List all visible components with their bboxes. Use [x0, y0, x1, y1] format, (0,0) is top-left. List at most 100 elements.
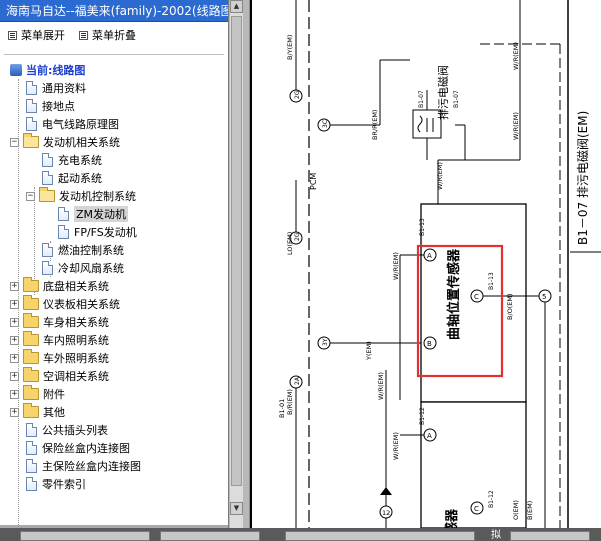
tree-root-label: 当前:线路图: [26, 64, 86, 77]
pin-2g-b-label: 2G: [294, 232, 301, 241]
list-icon: [79, 30, 88, 40]
folder-open-icon: [39, 187, 55, 202]
tree-item-label: 保险丝盒内连接图: [42, 442, 130, 455]
tree-folder-other[interactable]: + 其他: [10, 403, 65, 421]
window-title: 海南马自达--福美来(family)-2002(线路图): [0, 0, 228, 22]
section-title: B1－07 排污电磁阀(EM): [575, 111, 590, 245]
expand-toggle-icon[interactable]: +: [10, 353, 19, 363]
folder-open-icon: [23, 133, 39, 148]
tree-item-fpfs-engine[interactable]: FP/FS发动机: [58, 223, 137, 241]
collapse-toggle-icon[interactable]: −: [10, 137, 19, 147]
tree-item-label: 公共插头列表: [42, 424, 108, 437]
expand-toggle-icon[interactable]: +: [10, 299, 19, 309]
wire-wr-label: W/R(EM): [436, 162, 444, 190]
tree-item-label: 底盘相关系统: [43, 280, 109, 293]
tree-folder-aircon[interactable]: + 空调相关系统: [10, 367, 109, 385]
vertical-scrollbar[interactable]: ▲ ▼: [230, 0, 243, 528]
expand-toggle-icon[interactable]: +: [10, 281, 19, 291]
node-12-label: 12: [382, 509, 390, 517]
collapse-toggle-icon[interactable]: −: [26, 191, 35, 201]
tree-item-starting[interactable]: 起动系统: [42, 169, 102, 187]
conn-b112b-label: B1-12: [488, 490, 495, 508]
document-icon: [26, 117, 37, 131]
wire-bem-label: B(EM): [526, 501, 534, 520]
conn-b107-label: B1-07: [418, 90, 425, 108]
status-segment: [510, 531, 590, 541]
folder-icon: [23, 295, 39, 310]
wire-wr2-label: W/R(EM): [512, 42, 520, 70]
diagram-root-icon: [10, 64, 22, 76]
wire-wr5-label: W/R(EM): [377, 372, 385, 400]
tree-item-label: 其他: [43, 406, 65, 419]
wire-wr6-label: W/R(EM): [392, 432, 400, 460]
tree-folder-chassis[interactable]: + 底盘相关系统: [10, 277, 109, 295]
lower-sensor-label: 感器: [444, 508, 460, 528]
conn-b113-label: B1-13: [419, 218, 426, 236]
tree-folder-engine[interactable]: − 发动机相关系统: [10, 133, 120, 151]
tree-item-label: 冷却风扇系统: [58, 262, 124, 275]
tree-item-main-fuse-box[interactable]: 主保险丝盒内连接图: [26, 457, 141, 475]
tree-item-charging[interactable]: 充电系统: [42, 151, 102, 169]
scrollbar-thumb[interactable]: [231, 16, 242, 486]
pcm-label: PCM: [309, 173, 318, 190]
tree-item-fuel-control[interactable]: 燃油控制系统: [42, 241, 124, 259]
document-icon: [42, 171, 53, 185]
folder-icon: [23, 403, 39, 418]
pin-2a-label: 2A: [294, 376, 301, 385]
wire-by-label: B/Y(EM): [286, 35, 294, 60]
tree-item-label: 通用资料: [42, 82, 86, 95]
document-icon: [58, 225, 69, 239]
tree-item-label: 发动机相关系统: [43, 136, 120, 149]
expand-menu-button[interactable]: 菜单展开: [8, 27, 65, 43]
tree-item-label: 车内照明系统: [43, 334, 109, 347]
status-bar: 拟: [0, 528, 601, 541]
tree-folder-interior-light[interactable]: + 车内照明系统: [10, 331, 109, 349]
pin-a-label: A: [427, 252, 432, 260]
document-icon: [42, 261, 53, 275]
tree-folder-exterior-light[interactable]: + 车外照明系统: [10, 349, 109, 367]
folder-icon: [23, 367, 39, 382]
tree-item-label-selected: ZM发动机: [74, 206, 129, 222]
scroll-down-icon[interactable]: ▼: [230, 502, 243, 515]
document-icon: [26, 99, 37, 113]
tree-item-label: 车外照明系统: [43, 352, 109, 365]
tree-item-fuse-box[interactable]: 保险丝盒内连接图: [26, 439, 130, 457]
tree-folder-instrument[interactable]: + 仪表板相关系统: [10, 295, 120, 313]
expand-toggle-icon[interactable]: +: [10, 371, 19, 381]
status-segment: [20, 531, 150, 541]
tree-item-connector-list[interactable]: 公共插头列表: [26, 421, 108, 439]
tree-item-zm-engine[interactable]: ZM发动机: [58, 205, 129, 223]
tree-folder-body[interactable]: + 车身相关系统: [10, 313, 109, 331]
tree-item-ground-points[interactable]: 接地点: [26, 97, 75, 115]
tree-item-label: 起动系统: [58, 172, 102, 185]
node-5-label: 5: [542, 293, 546, 301]
tree-root[interactable]: 当前:线路图: [10, 61, 85, 79]
tree-item-label: 附件: [43, 388, 65, 401]
wire-lo-label: LO(EM): [286, 232, 294, 255]
app-window: 海南马自达--福美来(family)-2002(线路图) 菜单展开 菜单折叠 当…: [0, 0, 601, 541]
pin-2g-label: 2G: [294, 90, 301, 99]
tree-item-cooling-fan[interactable]: 冷却风扇系统: [42, 259, 124, 277]
document-icon: [26, 477, 37, 491]
expand-toggle-icon[interactable]: +: [10, 389, 19, 399]
folder-icon: [23, 313, 39, 328]
expand-toggle-icon[interactable]: +: [10, 335, 19, 345]
conn-b107b-label: B1-07: [453, 90, 460, 108]
tree-folder-accessories[interactable]: + 附件: [10, 385, 65, 403]
wiring-diagram: PCM 2G B/Y(EM) 3C BR/R(EM) 2G LO(EM) 3Y …: [250, 0, 601, 528]
conn-b113b-label: B1-13: [488, 272, 495, 290]
expand-toggle-icon[interactable]: +: [10, 407, 19, 417]
tree-item-schematic[interactable]: 电气线路原理图: [26, 115, 119, 133]
tree-item-label: 车身相关系统: [43, 316, 109, 329]
wiring-diagram-viewer[interactable]: PCM 2G B/Y(EM) 3C BR/R(EM) 2G LO(EM) 3Y …: [250, 0, 601, 528]
scroll-up-icon[interactable]: ▲: [230, 0, 243, 13]
tree-item-label: 电气线路原理图: [42, 118, 119, 131]
tree-folder-engine-control[interactable]: − 发动机控制系统: [26, 187, 136, 205]
tree-item-parts-index[interactable]: 零件索引: [26, 475, 86, 493]
collapse-menu-button[interactable]: 菜单折叠: [79, 27, 136, 43]
pin-3c-label: 3C: [322, 120, 329, 128]
expand-toggle-icon[interactable]: +: [10, 317, 19, 327]
navigation-panel: 海南马自达--福美来(family)-2002(线路图) 菜单展开 菜单折叠 当…: [0, 0, 229, 528]
tree-item-label: 燃油控制系统: [58, 244, 124, 257]
tree-item-general-info[interactable]: 通用资料: [26, 79, 86, 97]
